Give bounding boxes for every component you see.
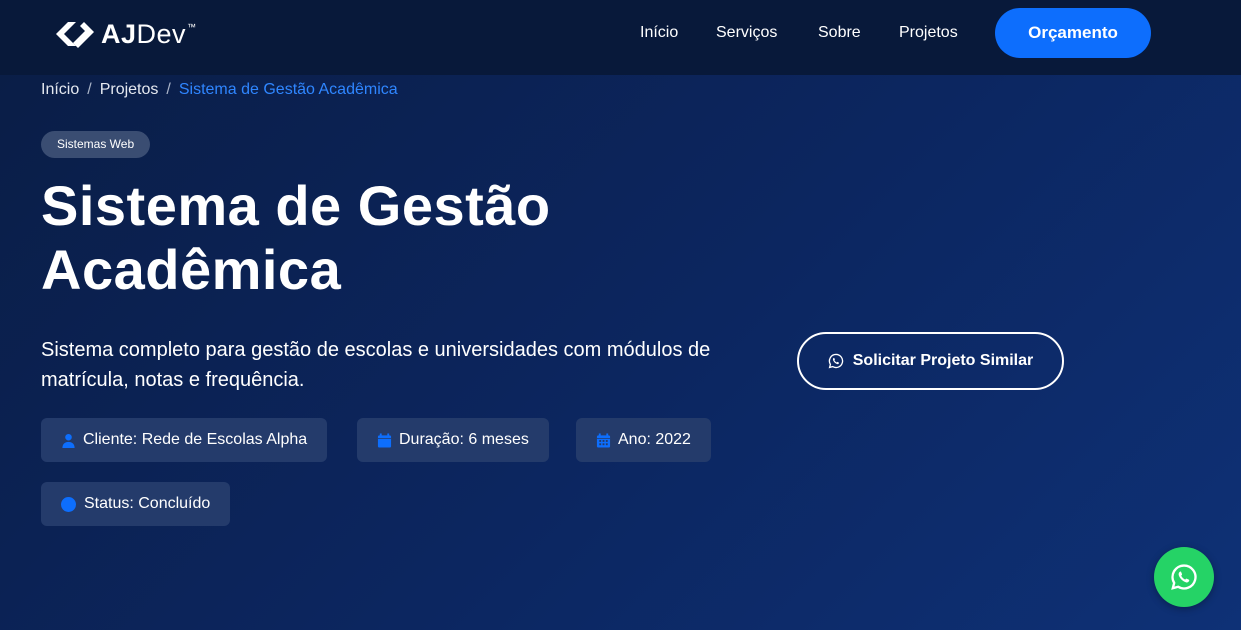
request-similar-project-button[interactable]: Solicitar Projeto Similar <box>797 332 1064 390</box>
nav-link-inicio[interactable]: Início <box>640 23 678 43</box>
whatsapp-icon <box>1171 564 1197 590</box>
navbar: AJDev ™ Início Serviços Sobre Projetos O… <box>0 0 1241 75</box>
breadcrumb-separator: / <box>166 81 171 98</box>
breadcrumb-inicio[interactable]: Início <box>41 80 79 100</box>
trademark-symbol: ™ <box>187 22 197 32</box>
brand-name: AJDev <box>101 19 187 49</box>
request-similar-project-label: Solicitar Projeto Similar <box>852 352 1034 369</box>
ajdev-logo-icon <box>56 22 94 48</box>
duration-label: Duração: 6 meses <box>399 431 529 448</box>
nav-link-projetos[interactable]: Projetos <box>899 23 958 43</box>
page-title: Sistema de Gestão Acadêmica <box>41 174 551 301</box>
project-description: Sistema completo para gestão de escolas … <box>41 339 711 391</box>
breadcrumb-projetos[interactable]: Projetos <box>100 80 159 100</box>
breadcrumb: Início / Projetos / Sistema de Gestão Ac… <box>41 80 398 100</box>
circle-icon <box>61 496 76 512</box>
duration-info-chip: Duração: 6 meses <box>357 418 549 462</box>
status-label: Status: Concluído <box>84 495 211 512</box>
category-badge: Sistemas Web <box>41 131 151 158</box>
year-info-chip: Ano: 2022 <box>576 418 711 462</box>
year-label: Ano: 2022 <box>618 431 691 448</box>
calendar-grid-icon <box>596 432 611 448</box>
breadcrumb-separator: / <box>87 81 92 98</box>
orcamento-button[interactable]: Orçamento <box>995 8 1151 58</box>
client-info-chip: Cliente: Rede de Escolas Alpha <box>41 418 328 462</box>
brand-logo[interactable]: AJDev ™ <box>53 17 196 51</box>
nav-link-servicos[interactable]: Serviços <box>716 23 777 43</box>
calendar-icon <box>377 432 392 448</box>
whatsapp-float-button[interactable] <box>1154 547 1214 607</box>
status-info-chip: Status: Concluído <box>41 482 231 526</box>
user-icon <box>62 433 75 448</box>
client-label: Cliente: Rede de Escolas Alpha <box>83 431 308 448</box>
breadcrumb-current: Sistema de Gestão Acadêmica <box>178 81 398 98</box>
nav-link-sobre[interactable]: Sobre <box>818 23 861 43</box>
whatsapp-icon <box>828 353 843 369</box>
